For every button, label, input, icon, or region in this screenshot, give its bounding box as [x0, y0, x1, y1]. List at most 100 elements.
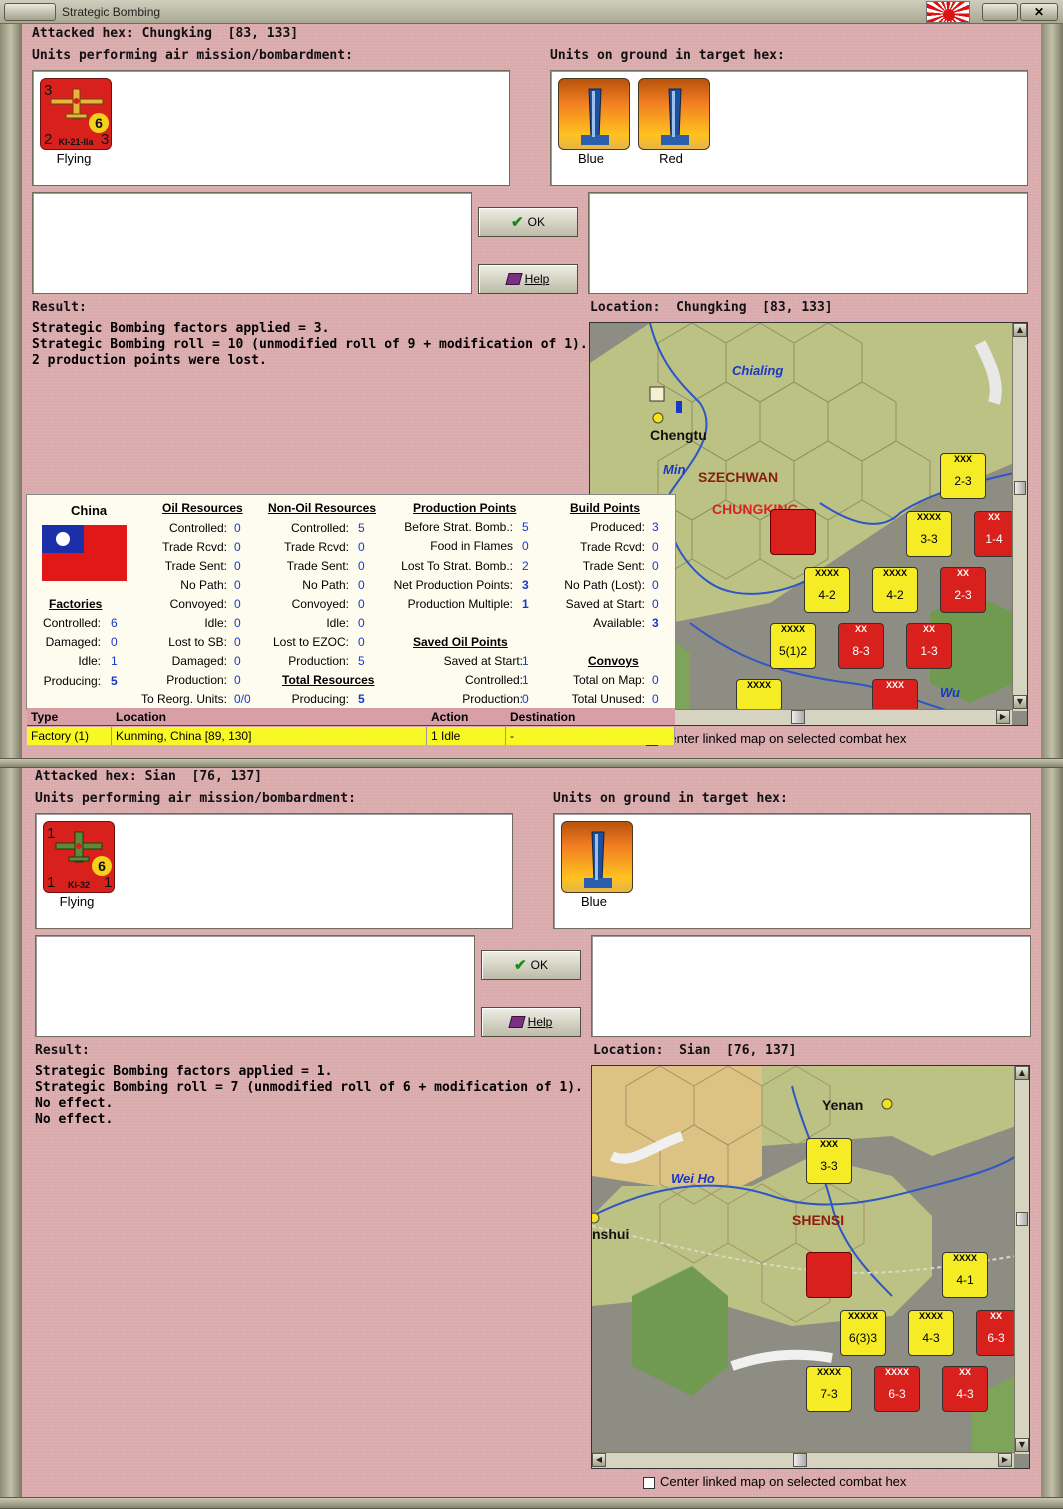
map-label-nshui: nshui [592, 1226, 630, 1242]
top-location-label: Location: Chungking [83, 133] [590, 300, 833, 315]
minimize-button[interactable] [982, 3, 1018, 21]
build-value: 0 [652, 540, 659, 554]
unit-strength: 4-3 [922, 1331, 940, 1345]
map-unit-9[interactable]: XX 1-3 [906, 623, 952, 669]
top-target-blue-caption: Blue [577, 151, 605, 166]
factory-chimney-icon [581, 88, 609, 145]
window-title: Strategic Bombing [62, 5, 161, 19]
close-button[interactable]: ✕ [1020, 3, 1058, 21]
scroll-right-arrow[interactable]: ▶ [996, 710, 1010, 724]
window-titlebar[interactable]: Strategic Bombing ✕ [0, 0, 1063, 24]
map-unit-2[interactable]: XXXX 4-1 [942, 1252, 988, 1298]
unit-size: XX [987, 512, 1000, 522]
cell-location[interactable]: Kunming, China [89, 130] [112, 727, 427, 745]
build-label: No Path (Lost): [564, 578, 645, 592]
scroll-thumb[interactable] [793, 1453, 807, 1467]
scroll-thumb[interactable] [1014, 481, 1026, 495]
unit-strength: 2-3 [954, 474, 972, 488]
map-unit-8[interactable]: XX 4-3 [942, 1366, 988, 1412]
map-unit-5[interactable]: XXXX 4-2 [872, 567, 918, 613]
china-flag-icon [42, 525, 127, 581]
panel-splitter[interactable] [0, 758, 1063, 768]
convoys-label: Total Unused: [571, 692, 645, 706]
bottom-help-button[interactable]: Help [481, 1007, 581, 1037]
cell-type[interactable]: Factory (1) [27, 727, 112, 745]
map-unit-7[interactable]: XXXX 6-3 [874, 1366, 920, 1412]
scroll-down-arrow[interactable]: ▼ [1015, 1438, 1029, 1452]
unit-size: XXXX [814, 568, 839, 578]
bottom-target-blue[interactable] [561, 821, 633, 893]
factories-value: 5 [111, 674, 118, 688]
scroll-up-arrow[interactable]: ▲ [1015, 1066, 1029, 1080]
map-unit-7[interactable]: XXXX 5(1)2 [770, 623, 816, 669]
bottom-frame-bar [0, 1497, 1063, 1509]
oil-title: Oil Resources [162, 501, 243, 515]
convoys-label: Total on Map: [572, 673, 645, 687]
build-value: 3 [652, 520, 659, 534]
map-unit-5[interactable]: XX 6-3 [976, 1310, 1016, 1356]
top-bomber-unit-counter[interactable]: 3 6 2 3 KI-21-IIa [40, 78, 112, 150]
top-result-label: Result: [32, 300, 87, 315]
map-unit-2[interactable]: XXXX 3-3 [906, 511, 952, 557]
map-unit-4[interactable]: XXXX 4-2 [804, 567, 850, 613]
scroll-down-arrow[interactable]: ▼ [1013, 695, 1027, 709]
bottom-linked-map[interactable]: Yenan Wei Ho SHENSI nshui XXX 3-3 XXXX 4… [591, 1065, 1030, 1469]
bottom-result-line-4: No effect. [35, 1112, 114, 1127]
top-air-unit-caption: Flying [56, 151, 92, 166]
map-unit-8[interactable]: XX 8-3 [838, 623, 884, 669]
check-icon: ✔ [511, 214, 524, 231]
bottom-center-map-checkbox[interactable] [643, 1477, 655, 1489]
map-unit-6[interactable]: XXXX 7-3 [806, 1366, 852, 1412]
unit-strength: 4-3 [956, 1387, 974, 1401]
unit-size: XXX [953, 454, 972, 464]
oil-label: Trade Rcvd: [162, 540, 227, 554]
china-production-popup: China Factories Controlled: 6 Damaged: 0… [26, 494, 676, 710]
nonoil-label: Trade Rcvd: [284, 540, 349, 554]
cell-destination[interactable]: - [506, 727, 675, 745]
build-value: 0 [652, 559, 659, 573]
unit-size: XX [854, 624, 867, 634]
map-bomber-counter[interactable] [770, 509, 816, 555]
unit-strength: 5(1)2 [778, 644, 807, 658]
scroll-thumb[interactable] [1016, 1212, 1028, 1226]
oil-value: 0 [234, 673, 241, 687]
top-help-button[interactable]: Help [478, 264, 578, 294]
top-target-red[interactable] [638, 78, 710, 150]
scroll-left-arrow[interactable]: ◀ [592, 1453, 606, 1467]
map-unit-3[interactable]: XXXXX 6(3)3 [840, 1310, 886, 1356]
bottom-map-hscroll[interactable]: ◀ ▶ [592, 1452, 1014, 1468]
bottom-fighter-unit-counter[interactable]: 1 6 1 1 KI-32 [43, 821, 115, 893]
nonoil-label: Convoyed: [291, 597, 349, 611]
build-label: Trade Sent: [582, 559, 645, 573]
scroll-thumb[interactable] [791, 710, 805, 724]
scroll-up-arrow[interactable]: ▲ [1013, 323, 1027, 337]
bottom-map-vscroll[interactable]: ▲ ▼ [1014, 1066, 1029, 1454]
map-unit-1[interactable]: XXX 3-3 [806, 1138, 852, 1184]
oil-label: Damaged: [171, 654, 227, 668]
unit-size: XXXX [884, 1367, 909, 1377]
top-target-red-caption: Red [659, 151, 683, 166]
map-unit-6[interactable]: XX 2-3 [940, 567, 986, 613]
map-label-szechwan: SZECHWAN [698, 469, 779, 485]
nonoil-value: 0 [358, 559, 365, 573]
bottom-ok-button[interactable]: ✔ OK [481, 950, 581, 980]
system-menu-button[interactable] [4, 3, 56, 21]
map-unit-11[interactable]: XXXX [736, 679, 782, 711]
map-unit-3[interactable]: XX 1-4 [974, 511, 1014, 557]
top-result-line-2: Strategic Bombing roll = 10 (unmodified … [32, 337, 588, 352]
build-value: 0 [652, 578, 659, 592]
top-target-blue[interactable] [558, 78, 630, 150]
oil-label: No Path: [180, 578, 227, 592]
production-value: 5 [522, 520, 529, 534]
cell-action[interactable]: 1 Idle [427, 727, 506, 745]
oil-value: 0 [234, 540, 241, 554]
map-unit-1[interactable]: XXX 2-3 [940, 453, 986, 499]
unit-strength-badge: 6 [89, 113, 109, 133]
map-fighter-counter[interactable] [806, 1252, 852, 1298]
top-ok-button[interactable]: ✔ OK [478, 207, 578, 237]
top-map-vscroll[interactable]: ▲ ▼ [1012, 323, 1027, 711]
bottom-target-blue-caption: Blue [580, 894, 608, 909]
map-unit-4[interactable]: XXXX 4-3 [908, 1310, 954, 1356]
scroll-right-arrow[interactable]: ▶ [998, 1453, 1012, 1467]
map-unit-10[interactable]: XXX [872, 679, 918, 711]
